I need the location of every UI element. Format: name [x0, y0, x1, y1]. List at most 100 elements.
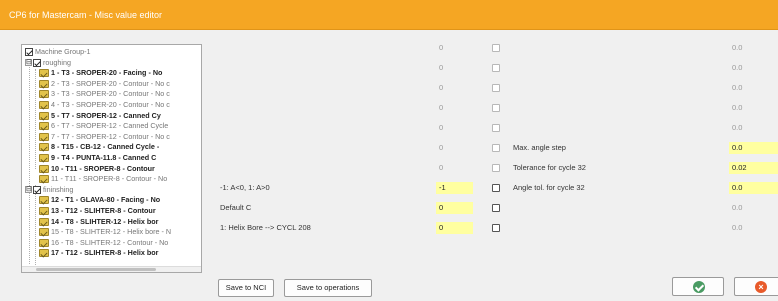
option-checkbox[interactable]: [492, 144, 500, 152]
operation-check-icon: [39, 79, 49, 88]
tree-scrollbar-thumb[interactable]: [36, 268, 156, 271]
operation-check-icon: [39, 111, 49, 120]
operation-label: 14 - T8 - SLIHTER-12 - Helix bor: [51, 216, 159, 226]
operation-check-icon: [39, 238, 49, 247]
tree-group-fininshing[interactable]: ⊟ fininshing: [25, 185, 73, 195]
value-input-right[interactable]: 0.0: [729, 182, 778, 194]
save-to-operations-button[interactable]: Save to operations: [284, 279, 372, 297]
operation-check-icon: [39, 154, 49, 162]
tree-root-label: Machine Group-1: [35, 47, 91, 56]
value-input-right[interactable]: 0.02: [729, 162, 778, 174]
value-input-left[interactable]: 0: [436, 122, 473, 134]
operation-label: 10 - T11 - SROPER-8 - Contour: [51, 163, 155, 173]
tree-operation-item[interactable]: 3 - T3 - SROPER-20 - Contour - No c: [39, 89, 170, 99]
window-title: CP6 for Mastercam - Misc value editor: [9, 10, 163, 20]
tree-operation-item[interactable]: 7 - T7 - SROPER-12 - Contour - No c: [39, 132, 170, 142]
tree-operation-item[interactable]: 14 - T8 - SLIHTER-12 - Helix bor: [39, 217, 158, 227]
field-label-left: 1: Helix Bore --> CYCL 208: [220, 223, 311, 232]
option-checkbox[interactable]: [492, 84, 500, 92]
option-checkbox[interactable]: [492, 64, 500, 72]
value-input-left[interactable]: 0: [436, 202, 473, 214]
option-checkbox[interactable]: [492, 204, 500, 212]
operation-check-icon: [39, 249, 49, 258]
operation-label: 4 - T3 - SROPER-20 - Contour - No c: [51, 100, 170, 109]
operation-check-icon: [39, 196, 49, 205]
option-checkbox[interactable]: [492, 124, 500, 132]
value-input-left[interactable]: 0: [436, 102, 473, 114]
operation-check-icon: [39, 207, 49, 215]
option-checkbox[interactable]: [492, 104, 500, 112]
tree-connector-line: [35, 185, 36, 265]
tree-operation-item[interactable]: 12 - T1 - GLAVA-80 - Facing - No: [39, 195, 160, 205]
operation-label: 1 - T3 - SROPER-20 - Facing - No: [51, 68, 163, 78]
value-input-left[interactable]: 0: [436, 62, 473, 74]
option-checkbox[interactable]: [492, 184, 500, 192]
tree-group-roughing[interactable]: ⊟ roughing: [25, 58, 71, 68]
tree-operation-item[interactable]: 5 - T7 - SROPER-12 - Canned Cy: [39, 111, 161, 121]
tree-operation-item[interactable]: 1 - T3 - SROPER-20 - Facing - No: [39, 68, 162, 78]
operation-check-icon: [39, 228, 49, 237]
tree-operation-item[interactable]: 17 - T12 - SLIHTER-8 - Helix bor: [39, 248, 158, 258]
tree-operation-item[interactable]: 10 - T11 - SROPER-8 - Contour: [39, 164, 155, 174]
option-checkbox[interactable]: [492, 224, 500, 232]
operation-label: 2 - T3 - SROPER-20 - Contour - No c: [51, 78, 170, 88]
operation-check-icon: [39, 90, 49, 99]
option-checkbox[interactable]: [492, 44, 500, 52]
tree-horizontal-scrollbar[interactable]: [22, 266, 201, 272]
value-input-right[interactable]: 0.0: [729, 62, 778, 74]
cancel-button[interactable]: ×: [734, 277, 778, 296]
x-circle-icon: ×: [755, 281, 767, 293]
collapse-icon[interactable]: ⊟: [25, 186, 32, 194]
tree-operation-item[interactable]: 9 - T4 - PUNTA-11.8 - Canned C: [39, 153, 156, 163]
operation-label: 16 - T8 - SLIHTER-12 - Contour - No: [51, 237, 169, 247]
value-input-left[interactable]: -1: [436, 182, 473, 194]
operation-check-icon: [39, 217, 49, 226]
value-input-right[interactable]: 0.0: [729, 102, 778, 114]
tree-group-label: roughing: [43, 57, 71, 67]
operation-check-icon: [39, 122, 49, 131]
tree-operation-item[interactable]: 11 - T11 - SROPER-8 - Contour - No: [39, 174, 167, 184]
group-checkbox[interactable]: [33, 185, 41, 194]
tree-operation-item[interactable]: 4 - T3 - SROPER-20 - Contour - No c: [39, 100, 170, 110]
value-input-right[interactable]: 0.0: [729, 142, 778, 154]
operation-check-icon: [39, 143, 49, 152]
operation-label: 11 - T11 - SROPER-8 - Contour - No: [51, 174, 168, 184]
value-input-right[interactable]: 0.0: [729, 222, 778, 234]
tree-connector-line: [29, 59, 30, 264]
field-label-left: Default C: [220, 203, 252, 212]
operation-check-icon: [39, 175, 49, 184]
tree-operation-item[interactable]: 2 - T3 - SROPER-20 - Contour - No c: [39, 79, 170, 89]
tree-operation-item[interactable]: 8 - T15 - CB-12 - Canned Cycle -: [39, 142, 159, 152]
ok-button[interactable]: [672, 277, 724, 296]
tree-operation-item[interactable]: 6 - T7 - SROPER-12 - Canned Cycle: [39, 121, 168, 131]
operation-label: 6 - T7 - SROPER-12 - Canned Cycle: [51, 121, 169, 131]
tree-operation-item[interactable]: 15 - T8 - SLIHTER-12 - Helix bore - N: [39, 227, 171, 237]
root-checkbox[interactable]: [25, 48, 33, 56]
field-label-right: Max. angle step: [513, 143, 566, 152]
operation-check-icon: [39, 164, 49, 173]
operation-check-icon: [39, 69, 49, 78]
value-input-left[interactable]: 0: [436, 162, 473, 174]
value-input-left[interactable]: 0: [436, 142, 473, 154]
operation-label: 8 - T15 - CB-12 - Canned Cycle -: [51, 142, 160, 152]
tree-operation-item[interactable]: 16 - T8 - SLIHTER-12 - Contour - No: [39, 238, 168, 248]
operation-label: 3 - T3 - SROPER-20 - Contour - No c: [51, 89, 170, 99]
operation-check-icon: [39, 132, 49, 141]
value-input-left[interactable]: 0: [436, 222, 473, 234]
option-checkbox[interactable]: [492, 164, 500, 172]
tree-connector-line: [35, 69, 36, 169]
value-input-right[interactable]: 0.0: [729, 122, 778, 134]
value-input-left[interactable]: 0: [436, 82, 473, 94]
value-input-right[interactable]: 0.0: [729, 82, 778, 94]
tree-root[interactable]: Machine Group-1: [25, 47, 91, 57]
tree-operation-item[interactable]: 13 - T12 - SLIHTER-8 - Contour: [39, 206, 156, 216]
value-input-right[interactable]: 0.0: [729, 42, 778, 54]
field-label-right: Angle tol. for cycle 32: [513, 183, 585, 192]
operations-tree[interactable]: Machine Group-1 ⊟ roughing 1 - T3 - SROPER-…: [21, 44, 202, 273]
collapse-icon[interactable]: ⊟: [25, 59, 32, 67]
group-checkbox[interactable]: [33, 58, 41, 67]
save-to-nci-button[interactable]: Save to NCI: [218, 279, 274, 297]
value-input-left[interactable]: 0: [436, 42, 473, 54]
value-input-right[interactable]: 0.0: [729, 202, 778, 214]
operation-label: 12 - T1 - GLAVA-80 - Facing - No: [51, 195, 161, 205]
